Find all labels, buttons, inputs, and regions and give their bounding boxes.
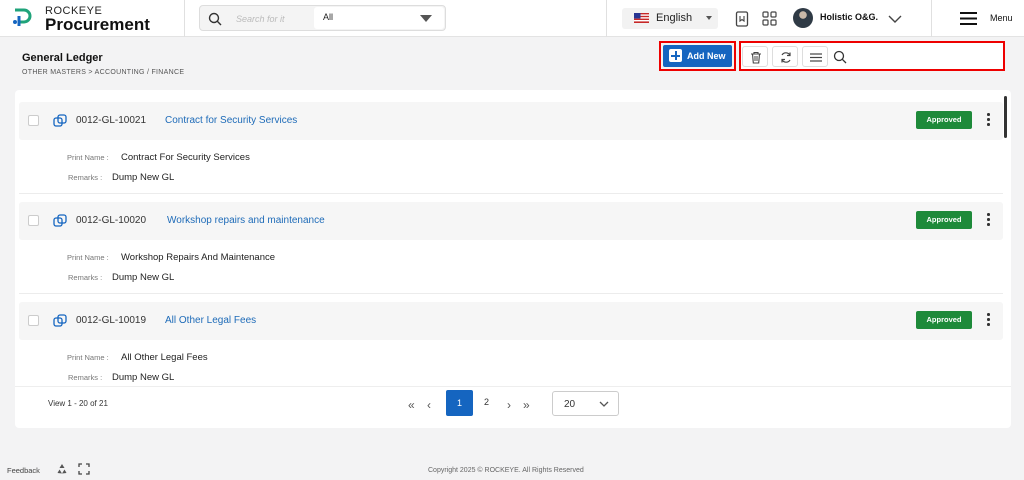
remarks-value: Dump New GL bbox=[112, 272, 175, 283]
copy-icon[interactable] bbox=[53, 114, 67, 128]
copy-icon[interactable] bbox=[53, 314, 67, 328]
list-item-header: 0012-GL-10019 All Other Legal Fees Appro… bbox=[19, 302, 1003, 340]
remarks-label: Remarks : bbox=[68, 373, 103, 382]
copyright-text: Copyright 2025 © ROCKEYE. All Rights Res… bbox=[428, 467, 584, 474]
ledger-list-panel: 0012-GL-10021 Contract for Security Serv… bbox=[15, 90, 1011, 428]
global-search: All bbox=[199, 5, 446, 31]
view-count: View 1 - 20 of 21 bbox=[48, 399, 108, 408]
list-icon bbox=[810, 53, 822, 62]
add-new-label: Add New bbox=[687, 51, 726, 61]
user-name[interactable]: Holistic O&G. bbox=[820, 12, 878, 22]
print-name-label: Print Name : bbox=[67, 153, 109, 162]
recycle-icon[interactable] bbox=[56, 463, 68, 475]
page-title: General Ledger bbox=[22, 52, 103, 64]
add-new-button[interactable]: Add New bbox=[663, 45, 732, 67]
next-page-icon[interactable]: › bbox=[507, 398, 511, 412]
refresh-icon bbox=[781, 52, 791, 63]
per-page-select[interactable]: 20 bbox=[552, 391, 619, 416]
page-button-current[interactable]: 1 bbox=[446, 390, 473, 416]
brand-main-text: Procurement bbox=[45, 15, 150, 34]
first-page-icon[interactable]: « bbox=[408, 398, 415, 412]
list-item: 0012-GL-10020 Workshop repairs and maint… bbox=[19, 202, 1003, 294]
status-badge: Approved bbox=[916, 111, 972, 129]
breadcrumb[interactable]: OTHER MASTERS > ACCOUNTING / FINANCE bbox=[22, 69, 184, 76]
apps-grid-icon[interactable] bbox=[761, 10, 779, 28]
menu-label[interactable]: Menu bbox=[990, 13, 1013, 23]
remarks-value: Dump New GL bbox=[112, 372, 175, 383]
record-title-link[interactable]: All Other Legal Fees bbox=[165, 315, 256, 326]
language-select[interactable]: English bbox=[622, 8, 718, 29]
fullscreen-icon[interactable] bbox=[78, 463, 90, 475]
print-name-value: All Other Legal Fees bbox=[121, 352, 208, 363]
search-icon[interactable] bbox=[208, 12, 222, 26]
refresh-button[interactable] bbox=[772, 46, 798, 67]
toolbar-highlight bbox=[739, 41, 1005, 71]
per-page-value: 20 bbox=[564, 399, 576, 410]
remarks-label: Remarks : bbox=[68, 173, 103, 182]
rockeye-logo-icon bbox=[13, 8, 32, 26]
bookmark-icon[interactable] bbox=[733, 10, 751, 28]
delete-button[interactable] bbox=[742, 46, 768, 67]
list-search-field[interactable] bbox=[831, 46, 1001, 67]
print-name-label: Print Name : bbox=[67, 353, 109, 362]
print-name-value: Contract For Security Services bbox=[121, 152, 250, 163]
prev-page-icon[interactable]: ‹ bbox=[427, 398, 431, 412]
search-scope-value: All bbox=[323, 12, 334, 22]
status-badge: Approved bbox=[916, 211, 972, 229]
feedback-link[interactable]: Feedback bbox=[7, 466, 40, 475]
chevron-down-icon bbox=[599, 401, 609, 407]
record-code: 0012-GL-10019 bbox=[76, 315, 147, 326]
plus-icon bbox=[669, 49, 682, 62]
more-options-icon[interactable] bbox=[987, 313, 991, 327]
row-checkbox[interactable] bbox=[28, 115, 39, 126]
scrollbar[interactable] bbox=[1004, 96, 1007, 138]
last-page-icon[interactable]: » bbox=[523, 398, 530, 412]
language-label: English bbox=[656, 12, 693, 24]
copy-icon[interactable] bbox=[53, 214, 67, 228]
chevron-down-icon[interactable] bbox=[886, 10, 904, 28]
list-item: 0012-GL-10021 Contract for Security Serv… bbox=[19, 102, 1003, 194]
remarks-value: Dump New GL bbox=[112, 172, 175, 183]
chevron-down-icon bbox=[420, 15, 432, 22]
record-code: 0012-GL-10020 bbox=[76, 215, 147, 226]
trash-icon bbox=[751, 51, 761, 64]
search-input[interactable] bbox=[236, 10, 310, 28]
list-item: 0012-GL-10019 All Other Legal Fees Appro… bbox=[19, 302, 1003, 394]
avatar[interactable] bbox=[793, 8, 813, 28]
search-scope-select[interactable]: All bbox=[314, 7, 444, 29]
more-options-icon[interactable] bbox=[987, 213, 991, 227]
print-name-label: Print Name : bbox=[67, 253, 109, 262]
list-item-header: 0012-GL-10020 Workshop repairs and maint… bbox=[19, 202, 1003, 240]
print-name-value: Workshop Repairs And Maintenance bbox=[121, 252, 276, 263]
record-title-link[interactable]: Contract for Security Services bbox=[165, 115, 297, 126]
remarks-label: Remarks : bbox=[68, 273, 103, 282]
more-options-icon[interactable] bbox=[987, 113, 991, 127]
top-bar: ROCKEYE Procurement All English bbox=[0, 0, 1024, 37]
list-view-button[interactable] bbox=[802, 46, 828, 67]
hamburger-menu-icon[interactable] bbox=[960, 12, 977, 25]
record-code: 0012-GL-10021 bbox=[76, 115, 147, 126]
pagination-bar: View 1 - 20 of 21 « ‹ 1 2 › » 20 bbox=[15, 386, 1011, 420]
divider bbox=[184, 0, 185, 37]
us-flag-icon bbox=[634, 13, 649, 23]
row-checkbox[interactable] bbox=[28, 315, 39, 326]
divider bbox=[931, 0, 932, 37]
search-icon bbox=[833, 50, 847, 64]
page-button[interactable]: 2 bbox=[484, 397, 489, 407]
list-item-header: 0012-GL-10021 Contract for Security Serv… bbox=[19, 102, 1003, 140]
divider bbox=[606, 0, 607, 37]
row-checkbox[interactable] bbox=[28, 215, 39, 226]
status-badge: Approved bbox=[916, 311, 972, 329]
chevron-down-icon bbox=[706, 16, 712, 20]
record-title-link[interactable]: Workshop repairs and maintenance bbox=[167, 215, 325, 226]
add-new-highlight: Add New bbox=[659, 41, 736, 71]
